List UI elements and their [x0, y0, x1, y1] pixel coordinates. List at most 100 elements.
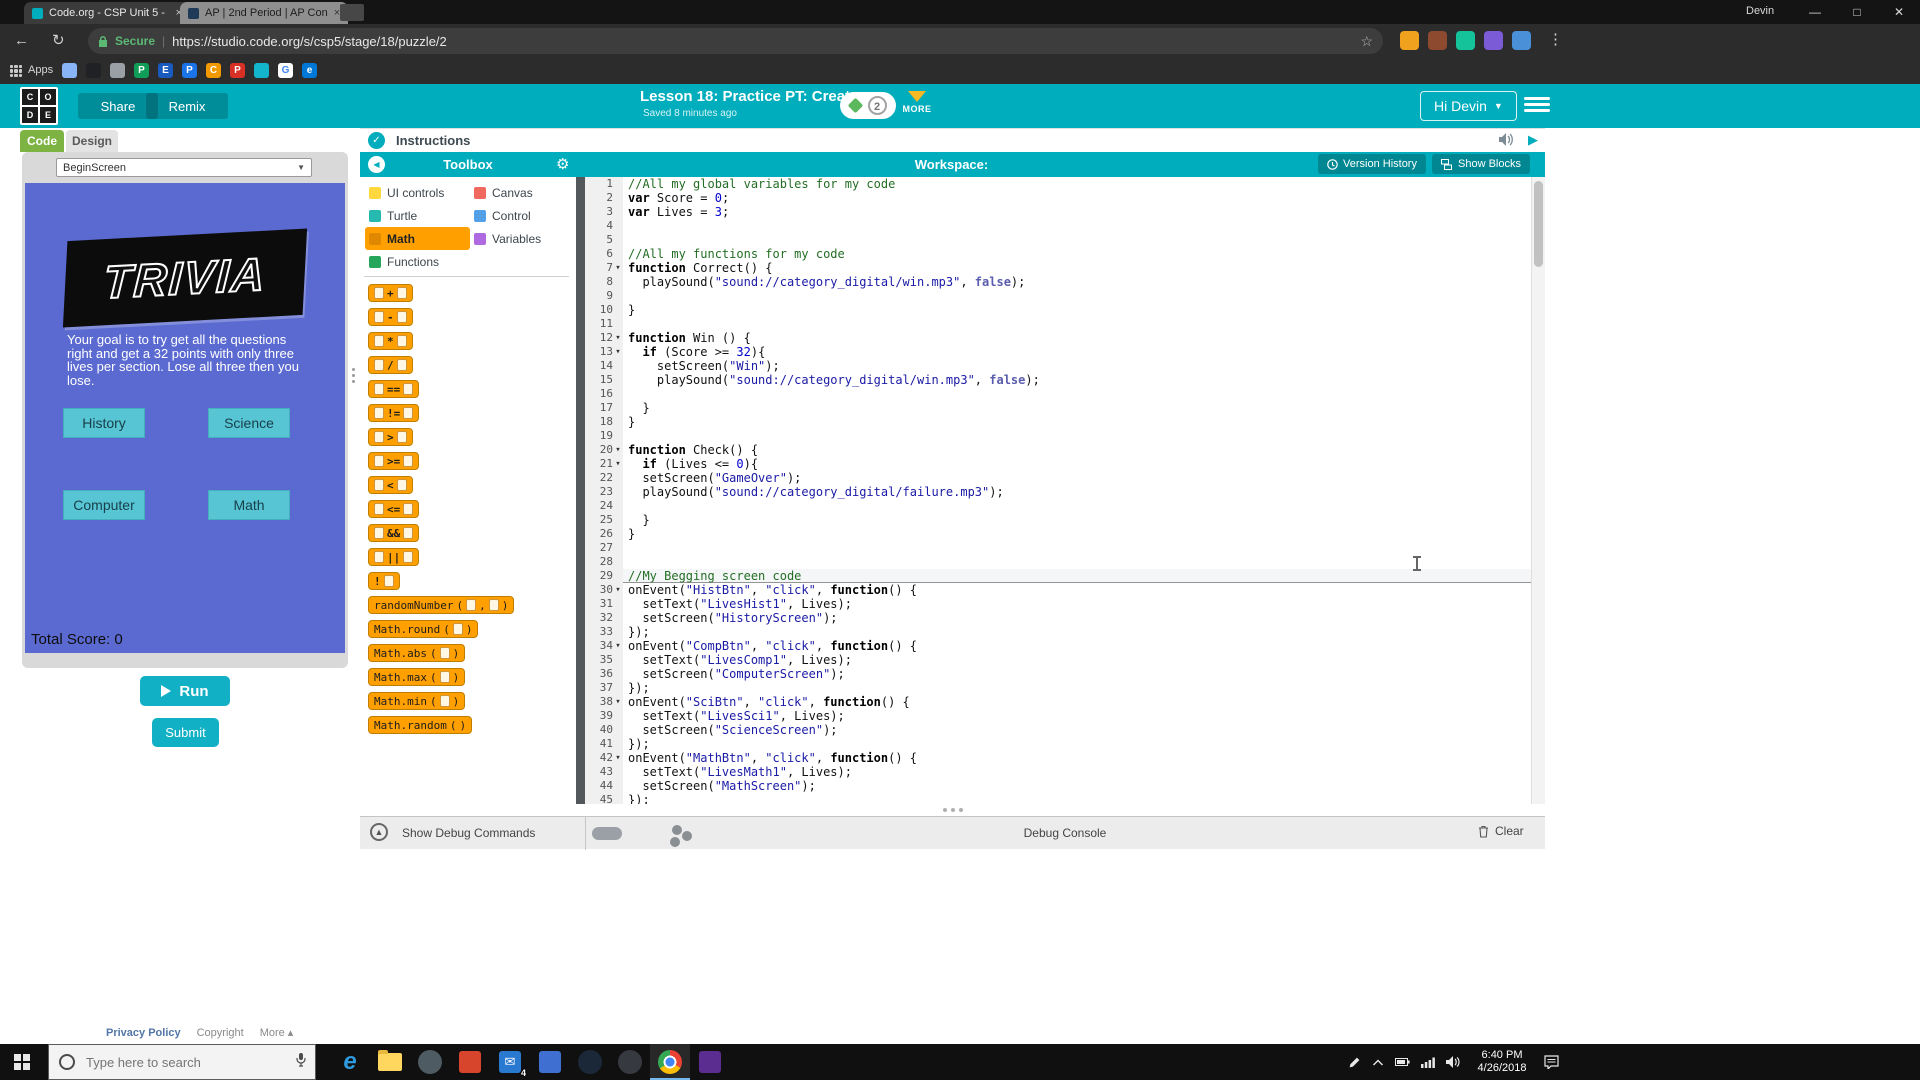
- code-line[interactable]: 1//All my global variables for my code: [585, 177, 1545, 191]
- toolbox-block[interactable]: /: [368, 356, 413, 374]
- toolbox-block[interactable]: !: [368, 572, 400, 590]
- toolbox-block[interactable]: +: [368, 284, 413, 302]
- bookmark-icon[interactable]: e: [302, 63, 317, 78]
- omnibox[interactable]: Secure | https://studio.code.org/s/csp5/…: [88, 28, 1383, 54]
- copyright-link[interactable]: Copyright: [197, 1027, 244, 1039]
- toolbox-block[interactable]: !=: [368, 404, 419, 422]
- apps-label[interactable]: Apps: [28, 64, 53, 76]
- panel-resize-grip[interactable]: [350, 360, 357, 390]
- remix-button[interactable]: Remix: [146, 93, 228, 119]
- toolbox-category-functions[interactable]: Functions: [365, 250, 470, 273]
- toolbox-block[interactable]: Math.random(): [368, 716, 472, 734]
- code-line[interactable]: 14 setScreen("Win");: [585, 359, 1545, 373]
- browser-menu-icon[interactable]: ⋮: [1548, 30, 1563, 48]
- code-org-logo[interactable]: CODE: [20, 87, 58, 125]
- network-icon[interactable]: [1421, 1057, 1435, 1068]
- browser-tab-inactive[interactable]: AP | 2nd Period | AP Con ×: [180, 2, 348, 24]
- taskbar-app-gray-icon[interactable]: [410, 1044, 450, 1080]
- show-blocks-button[interactable]: Show Blocks: [1432, 154, 1530, 174]
- scrollbar-thumb[interactable]: [1534, 181, 1543, 267]
- instructions-icon[interactable]: ✓: [368, 132, 385, 149]
- toolbox-block[interactable]: <=: [368, 500, 419, 518]
- toolbox-block[interactable]: randomNumber(,): [368, 596, 514, 614]
- show-debug-toggle-icon[interactable]: ▲: [370, 823, 388, 841]
- new-tab-button[interactable]: [340, 4, 364, 21]
- code-line[interactable]: 34▾onEvent("CompBtn", "click", function(…: [585, 639, 1545, 653]
- gear-icon[interactable]: ⚙: [556, 155, 569, 173]
- bookmark-star-icon[interactable]: ☆: [1360, 33, 1373, 50]
- code-line[interactable]: 28: [585, 555, 1545, 569]
- toolbox-category-math[interactable]: Math: [365, 227, 470, 250]
- extension-icon[interactable]: [1428, 31, 1447, 50]
- code-line[interactable]: 21▾ if (Lives <= 0){: [585, 457, 1545, 471]
- code-line[interactable]: 44 setScreen("MathScreen");: [585, 779, 1545, 793]
- bookmark-icon[interactable]: G: [278, 63, 293, 78]
- speaker-icon[interactable]: [1446, 1056, 1460, 1068]
- toolbox-block[interactable]: >: [368, 428, 413, 446]
- code-line[interactable]: 17 }: [585, 401, 1545, 415]
- taskbar-app-red-icon[interactable]: [450, 1044, 490, 1080]
- url-text[interactable]: https://studio.code.org/s/csp5/stage/18/…: [172, 34, 447, 49]
- taskbar-app-dark-icon[interactable]: [610, 1044, 650, 1080]
- code-line[interactable]: 10}: [585, 303, 1545, 317]
- bookmark-icon[interactable]: [86, 63, 101, 78]
- progress-pill[interactable]: 2: [840, 92, 896, 119]
- extension-icon[interactable]: [1456, 31, 1475, 50]
- back-icon[interactable]: ←: [14, 31, 29, 51]
- submit-button[interactable]: Submit: [152, 718, 219, 747]
- editor-debug-resize-handle[interactable]: [360, 804, 1545, 816]
- notification-center-icon[interactable]: [1544, 1055, 1559, 1069]
- code-line[interactable]: 45});: [585, 793, 1545, 804]
- toolbox-category-ui-controls[interactable]: UI controls: [365, 181, 470, 204]
- browser-tab-active[interactable]: Code.org - CSP Unit 5 - ×: [24, 2, 190, 24]
- toolbox-block[interactable]: Math.min(): [368, 692, 465, 710]
- show-debug-commands-label[interactable]: Show Debug Commands: [402, 826, 535, 840]
- taskbar-app-purple-icon[interactable]: [690, 1044, 730, 1080]
- version-history-button[interactable]: Version History: [1318, 154, 1426, 174]
- toolbox-category-control[interactable]: Control: [470, 204, 573, 227]
- taskbar-clock[interactable]: 6:40 PM 4/26/2018: [1471, 1049, 1533, 1075]
- window-close-button[interactable]: ✕: [1878, 0, 1920, 24]
- toolbox-block[interactable]: Math.round(): [368, 620, 478, 638]
- taskbar-mail-icon[interactable]: ✉4: [490, 1044, 530, 1080]
- code-line[interactable]: 25 }: [585, 513, 1545, 527]
- more-footer-link[interactable]: More ▴: [260, 1026, 294, 1039]
- toolbox-category-canvas[interactable]: Canvas: [470, 181, 573, 204]
- fold-arrow-icon[interactable]: ▾: [613, 443, 623, 457]
- fold-arrow-icon[interactable]: ▾: [613, 751, 623, 765]
- code-line[interactable]: 6//All my functions for my code: [585, 247, 1545, 261]
- toolbox-category-turtle[interactable]: Turtle: [365, 204, 470, 227]
- tab-design[interactable]: Design: [66, 130, 118, 152]
- code-line[interactable]: 31 setText("LivesHist1", Lives);: [585, 597, 1545, 611]
- toolbox-block[interactable]: -: [368, 308, 413, 326]
- fold-arrow-icon[interactable]: ▾: [613, 695, 623, 709]
- toolbox-block[interactable]: Math.max(): [368, 668, 465, 686]
- code-editor[interactable]: 1//All my global variables for my code2v…: [585, 177, 1545, 804]
- more-levels-button[interactable]: MORE: [900, 91, 934, 114]
- apps-grid-icon[interactable]: [10, 65, 22, 77]
- code-line[interactable]: 22 setScreen("GameOver");: [585, 471, 1545, 485]
- app-button-science[interactable]: Science: [208, 408, 290, 438]
- code-line[interactable]: 35 setText("LivesComp1", Lives);: [585, 653, 1545, 667]
- app-button-computer[interactable]: Computer: [63, 490, 145, 520]
- run-button[interactable]: Run: [140, 676, 230, 706]
- clear-console-button[interactable]: Clear: [1478, 824, 1524, 838]
- taskbar-file-explorer-icon[interactable]: [370, 1044, 410, 1080]
- start-button[interactable]: [14, 1054, 30, 1070]
- fold-arrow-icon[interactable]: ▾: [613, 639, 623, 653]
- code-line[interactable]: 7▾function Correct() {: [585, 261, 1545, 275]
- toolbox-block[interactable]: ||: [368, 548, 419, 566]
- bookmark-icon[interactable]: P: [134, 63, 149, 78]
- pen-icon[interactable]: [1348, 1056, 1361, 1069]
- toolbox-block[interactable]: *: [368, 332, 413, 350]
- bookmark-icon[interactable]: [110, 63, 125, 78]
- toolbox-category-variables[interactable]: Variables: [470, 227, 573, 250]
- refresh-icon[interactable]: ↻: [52, 31, 65, 51]
- bookmark-icon[interactable]: C: [206, 63, 221, 78]
- code-line[interactable]: 11: [585, 317, 1545, 331]
- speaker-icon[interactable]: [1498, 132, 1515, 152]
- privacy-policy-link[interactable]: Privacy Policy: [106, 1027, 181, 1039]
- user-menu-button[interactable]: Hi Devin ▼: [1420, 91, 1517, 121]
- fold-arrow-icon[interactable]: ▾: [613, 583, 623, 597]
- toolbox-block[interactable]: <: [368, 476, 413, 494]
